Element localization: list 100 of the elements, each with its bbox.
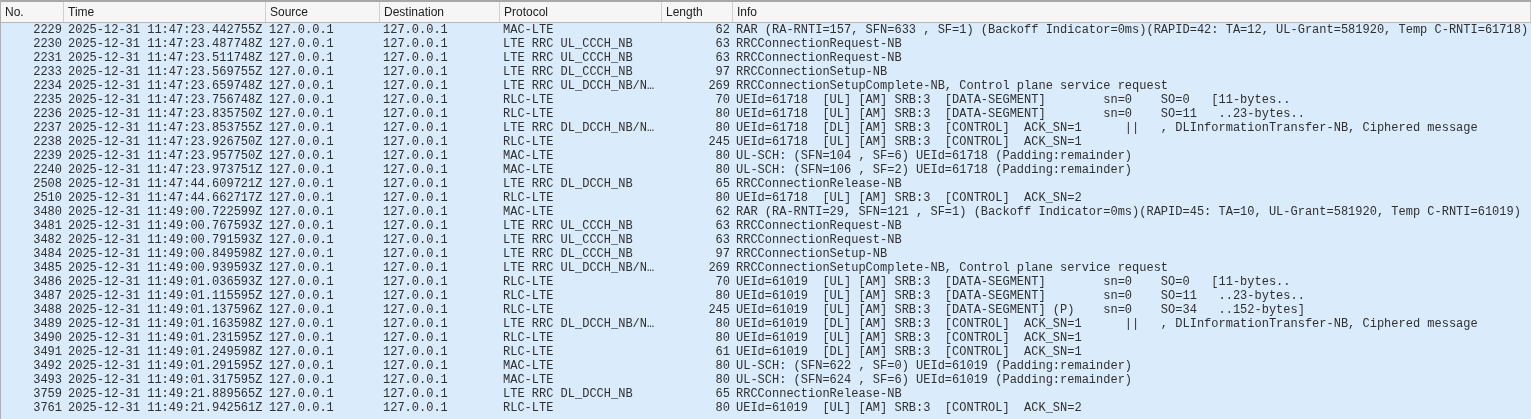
table-cell-text: 127.0.0.1 [268,373,335,387]
table-cell-text: 245 [707,303,731,317]
table-cell-text: 127.0.0.1 [268,205,335,219]
table-cell-text: UEId=61019 [UL] [AM] SRB:3 [CONTROL] ACK_SN=1 [735,331,1083,345]
table-cell-text: 3493 [32,373,63,387]
table-cell-text: 127.0.0.1 [268,233,335,247]
table-cell-text: 3481 [32,219,63,233]
table-cell-text: 2510 [32,191,63,205]
table-cell-text: 127.0.0.1 [268,121,335,135]
column-header[interactable]: Source [266,2,380,22]
table-cell-text: 3759 [32,387,63,401]
table-cell-text: LTE RRC UL_CCCH_NB [502,219,634,233]
table-cell-text: RRCConnectionSetupComplete-NB, Control plane service request [735,261,1170,275]
table-cell-text: UEId=61019 [UL] [AM] SRB:3 [CONTROL] ACK_SN=2 [735,401,1083,415]
table-cell-text: UEId=61019 [DL] [AM] SRB:3 [CONTROL] ACK_SN=1 [735,345,1083,359]
table-cell-text: RLC-LTE [502,401,555,415]
table-cell-text: LTE RRC UL_DCCH_NB/N… [502,261,656,275]
table-cell-text: 2237 [32,121,63,135]
table-cell-text: 80 [714,317,731,331]
table-cell-text: LTE RRC DL_DCCH_NB/N… [502,121,656,135]
table-cell-text: RLC-LTE [502,345,555,359]
table-cell-text: 2025-12-31 11:49:00.939593Z [67,261,264,275]
table-cell-text: 2230 [32,37,63,51]
table-cell-text: 127.0.0.1 [382,191,449,205]
table-cell-text: 127.0.0.1 [268,191,335,205]
table-cell-text: 127.0.0.1 [268,359,335,373]
table-cell-text: 80 [714,149,731,163]
table-cell-text: 127.0.0.1 [268,37,335,51]
table-cell-text: 127.0.0.1 [382,93,449,107]
table-cell-text: 127.0.0.1 [268,79,335,93]
table-cell-text: 2025-12-31 11:47:23.442755Z [67,23,264,37]
table-cell-text: UL-SCH: (SFN=624 , SF=6) UEId=61019 (Padding:remainder) [735,373,1134,387]
table-cell-text: 80 [714,331,731,345]
column-header[interactable]: Length [662,2,733,22]
table-cell-text: 2025-12-31 11:49:21.889565Z [67,387,264,401]
table-cell-text: 127.0.0.1 [268,135,335,149]
table-cell-text: UEId=61019 [UL] [AM] SRB:3 [DATA-SEGMENT] (P) sn=0 SO=34 ..152-bytes] [735,303,1306,317]
table-cell-text: 3487 [32,289,63,303]
table-cell-text: 3492 [32,359,63,373]
table-cell-text: 2025-12-31 11:49:01.036593Z [67,275,264,289]
table-cell-text: RLC-LTE [502,303,555,317]
table-cell-text: 2025-12-31 11:47:23.957750Z [67,149,264,163]
table-cell-text: 61 [714,345,731,359]
table-cell-text: 127.0.0.1 [382,387,449,401]
table-cell-text: 3485 [32,261,63,275]
table-cell-text: 62 [714,23,731,37]
table-cell-text: 65 [714,177,731,191]
table-cell-text: 2025-12-31 11:49:01.163598Z [67,317,264,331]
column-header[interactable]: Time [64,2,266,22]
table-cell-text: 127.0.0.1 [268,177,335,191]
table-cell-text: 3761 [32,401,63,415]
table-cell-text: 80 [714,359,731,373]
table-cell-text: 127.0.0.1 [268,275,335,289]
table-cell-text: 80 [714,107,731,121]
column-header[interactable]: Info [733,2,1531,22]
table-cell-text: RRCConnectionRelease-NB [735,387,903,401]
table-cell-text: LTE RRC DL_DCCH_NB [502,387,634,401]
table-cell-text: 269 [707,79,731,93]
table-cell-text: 2025-12-31 11:49:00.767593Z [67,219,264,233]
table-cell-text: 127.0.0.1 [382,51,449,65]
column-header[interactable]: No. [1,2,64,22]
table-cell-text: LTE RRC UL_CCCH_NB [502,233,634,247]
table-cell-text: 2025-12-31 11:47:44.609721Z [67,177,264,191]
table-cell-text: 2025-12-31 11:47:23.835750Z [67,107,264,121]
column-header[interactable]: Protocol [500,2,662,22]
table-cell-text: 2234 [32,79,63,93]
table-cell-text: 127.0.0.1 [268,51,335,65]
table-cell-text: 3488 [32,303,63,317]
table-cell-text: 80 [714,289,731,303]
table-cell-text: 127.0.0.1 [382,37,449,51]
table-cell-text: 127.0.0.1 [382,205,449,219]
table-cell-text: 127.0.0.1 [382,331,449,345]
table-cell-text: MAC-LTE [502,149,555,163]
table-cell-text: UEId=61019 [UL] [AM] SRB:3 [DATA-SEGMENT] sn=0 SO=11 ..23-bytes.. [735,289,1306,303]
table-cell-text: 3482 [32,233,63,247]
table-cell-text: UL-SCH: (SFN=106 , SF=2) UEId=61718 (Padding:remainder) [735,163,1134,177]
table-cell-text: RLC-LTE [502,289,555,303]
table-cell-text: 80 [714,401,731,415]
table-cell-text: 2236 [32,107,63,121]
table-cell-text: RRCConnectionRequest-NB [735,51,903,65]
table-cell-text: 2233 [32,65,63,79]
table-cell-text: 127.0.0.1 [268,289,335,303]
table-cell-text: RRCConnectionRequest-NB [735,37,903,51]
table-cell-text: 2508 [32,177,63,191]
table-cell-text: UEId=61019 [DL] [AM] SRB:3 [CONTROL] ACK_SN=1 || , DLInformationTransfer-NB, Ciphered message [735,317,1479,331]
table-cell-text: 97 [714,65,731,79]
table-cell-text: 127.0.0.1 [268,261,335,275]
table-cell-text: 127.0.0.1 [268,303,335,317]
table-cell-text: 3484 [32,247,63,261]
table-cell-text: 127.0.0.1 [382,121,449,135]
table-cell-text: RRCConnectionRequest-NB [735,219,903,233]
table-cell-text: LTE RRC DL_CCCH_NB [502,247,634,261]
column-header[interactable]: Destination [380,2,500,22]
table-cell-text: RLC-LTE [502,107,555,121]
table-cell-text: 80 [714,191,731,205]
table-cell-text: 97 [714,247,731,261]
table-cell-text: 127.0.0.1 [268,23,335,37]
table-cell-text: RRCConnectionSetup-NB [735,247,889,261]
table-cell-text: 269 [707,261,731,275]
table-cell-text: UL-SCH: (SFN=104 , SF=6) UEId=61718 (Padding:remainder) [735,149,1134,163]
